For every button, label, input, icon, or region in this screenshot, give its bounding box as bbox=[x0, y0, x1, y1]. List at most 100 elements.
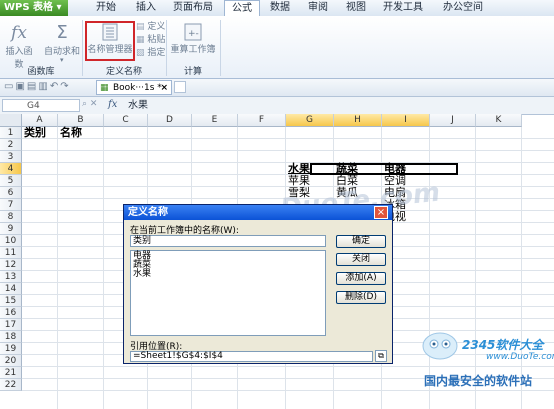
tab-insert[interactable]: 插入 bbox=[128, 0, 164, 16]
fx-icon: fx bbox=[11, 23, 27, 43]
specify-name-button[interactable]: ▧ 指定 bbox=[136, 47, 165, 59]
column-header-j[interactable]: J bbox=[430, 114, 476, 127]
zoom-icon[interactable]: ⌕ bbox=[82, 99, 87, 109]
group-separator bbox=[220, 20, 221, 76]
add-button[interactable]: 添加(A) bbox=[336, 272, 386, 285]
row-header-22[interactable]: 22 bbox=[0, 379, 22, 391]
undo-icon[interactable]: ↶ bbox=[50, 81, 60, 92]
row-header-3[interactable]: 3 bbox=[0, 151, 22, 163]
tag-icon: ▤ bbox=[136, 22, 145, 32]
app-menu-button[interactable]: WPS 表格 ▾ bbox=[0, 0, 68, 16]
tab-page-layout[interactable]: 页面布局 bbox=[166, 0, 220, 16]
cancel-icon[interactable]: ✕ bbox=[90, 99, 98, 109]
row-header-13[interactable]: 13 bbox=[0, 271, 22, 283]
site-slogan: 国内最安全的软件站 bbox=[424, 374, 533, 388]
name-input[interactable]: 类别 bbox=[130, 235, 326, 247]
tab-formulas[interactable]: 公式 bbox=[224, 0, 260, 16]
new-file-icon[interactable]: ▭ bbox=[4, 81, 15, 92]
recalc-workbook-button[interactable]: +- 重算工作簿 bbox=[170, 22, 216, 55]
row-header-8[interactable]: 8 bbox=[0, 211, 22, 223]
row-header-17[interactable]: 17 bbox=[0, 319, 22, 331]
row-header-16[interactable]: 16 bbox=[0, 307, 22, 319]
tab-review[interactable]: 审阅 bbox=[300, 0, 336, 16]
list-item[interactable]: 水果 bbox=[133, 270, 325, 279]
formula-tools-icons[interactable]: ⌕ ✕ bbox=[82, 99, 97, 109]
list-item[interactable]: 蔬菜 bbox=[133, 261, 325, 270]
row-header-5[interactable]: 5 bbox=[0, 175, 22, 187]
row-header-1[interactable]: 1 bbox=[0, 127, 22, 139]
autosum-button[interactable]: Σ 自动求和 bbox=[44, 22, 80, 57]
list-item[interactable]: 电器 bbox=[133, 252, 325, 261]
spreadsheet-icon: ▦ bbox=[100, 83, 109, 93]
column-header-d[interactable]: D bbox=[148, 114, 192, 127]
row-header-20[interactable]: 20 bbox=[0, 355, 22, 367]
preview-icon[interactable]: ▥ bbox=[38, 81, 49, 92]
formula-input[interactable]: 水果 bbox=[128, 99, 552, 112]
insert-function-button[interactable]: fx 插入函数 bbox=[2, 22, 36, 70]
row-header-12[interactable]: 12 bbox=[0, 259, 22, 271]
svg-text:+-: +- bbox=[188, 29, 199, 39]
group-label-calculation: 计算 bbox=[183, 67, 202, 77]
refers-to-input[interactable]: =Sheet1!$G$4:$I$4 bbox=[130, 351, 373, 362]
row-header-19[interactable]: 19 bbox=[0, 343, 22, 355]
row-header-14[interactable]: 14 bbox=[0, 283, 22, 295]
print-icon[interactable]: ▤ bbox=[27, 81, 38, 92]
close-tab-icon[interactable]: × bbox=[160, 81, 168, 95]
names-list[interactable]: 电器 蔬菜 水果 bbox=[130, 250, 326, 336]
dialog-close-icon[interactable]: × bbox=[374, 206, 388, 219]
close-button[interactable]: 关闭 bbox=[336, 253, 386, 266]
quick-access-icons[interactable]: ▭▣▤▥↶↷ bbox=[4, 81, 71, 92]
sigma-icon: Σ bbox=[56, 22, 68, 43]
calculator-icon: +- bbox=[184, 23, 202, 41]
recalc-label: 重算工作簿 bbox=[170, 45, 216, 55]
column-header-e[interactable]: E bbox=[192, 114, 238, 127]
tab-view[interactable]: 视图 bbox=[338, 0, 374, 16]
delete-button[interactable]: 删除(D) bbox=[336, 291, 386, 304]
column-header-i[interactable]: I bbox=[382, 114, 430, 127]
tab-data[interactable]: 数据 bbox=[262, 0, 298, 16]
group-label-define-name: 定义名称 bbox=[105, 67, 142, 77]
quick-access-bar bbox=[0, 79, 554, 97]
name-manager-icon bbox=[102, 23, 118, 41]
paste-label: 粘贴 bbox=[147, 35, 166, 45]
tab-home[interactable]: 开始 bbox=[88, 0, 124, 16]
row-header-18[interactable]: 18 bbox=[0, 331, 22, 343]
row-header-7[interactable]: 7 bbox=[0, 199, 22, 211]
row-header-21[interactable]: 21 bbox=[0, 367, 22, 379]
column-header-c[interactable]: C bbox=[104, 114, 148, 127]
document-tab-label: Book···1s * bbox=[113, 83, 162, 93]
new-tab-button[interactable] bbox=[174, 81, 186, 93]
row-header-15[interactable]: 15 bbox=[0, 295, 22, 307]
row-header-10[interactable]: 10 bbox=[0, 235, 22, 247]
site-logo-icon bbox=[422, 332, 458, 360]
tab-office-space[interactable]: 办公空间 bbox=[436, 0, 490, 16]
row-header-4[interactable]: 4 bbox=[0, 163, 22, 175]
column-header-f[interactable]: F bbox=[238, 114, 286, 127]
document-tab[interactable]: ▦ Book···1s * × bbox=[96, 80, 172, 95]
tab-developer[interactable]: 开发工具 bbox=[376, 0, 430, 16]
fx-icon[interactable]: fx bbox=[108, 99, 117, 110]
select-all-corner[interactable] bbox=[0, 114, 22, 127]
row-header-9[interactable]: 9 bbox=[0, 223, 22, 235]
group-label-function-library: 函数库 bbox=[27, 67, 55, 77]
name-manager-label: 名称管理器 bbox=[87, 45, 133, 55]
row-header-11[interactable]: 11 bbox=[0, 247, 22, 259]
autosum-dropdown-icon[interactable]: ▾ bbox=[60, 56, 64, 64]
dialog-title-bar[interactable]: 定义名称 bbox=[124, 205, 392, 220]
row-header-6[interactable]: 6 bbox=[0, 187, 22, 199]
column-header-k[interactable]: K bbox=[476, 114, 522, 127]
define-name-button[interactable]: ▤ 定义 bbox=[136, 21, 165, 33]
column-header-g[interactable]: G bbox=[286, 114, 334, 127]
name-manager-button[interactable]: 名称管理器 bbox=[86, 22, 134, 55]
row-header-2[interactable]: 2 bbox=[0, 139, 22, 151]
column-header-h[interactable]: H bbox=[334, 114, 382, 127]
selection-range-outline bbox=[310, 163, 458, 175]
save-icon[interactable]: ▣ bbox=[15, 81, 26, 92]
cell-b1[interactable]: 名称 bbox=[60, 127, 82, 139]
paste-name-button[interactable]: ▦ 粘贴 bbox=[136, 34, 165, 46]
ok-button[interactable]: 确定 bbox=[336, 235, 386, 248]
cell-a1[interactable]: 类别 bbox=[24, 127, 46, 139]
collapse-range-icon[interactable]: ⧉ bbox=[375, 350, 387, 362]
redo-icon[interactable]: ↷ bbox=[60, 81, 70, 92]
name-box[interactable]: G4 bbox=[2, 99, 80, 112]
